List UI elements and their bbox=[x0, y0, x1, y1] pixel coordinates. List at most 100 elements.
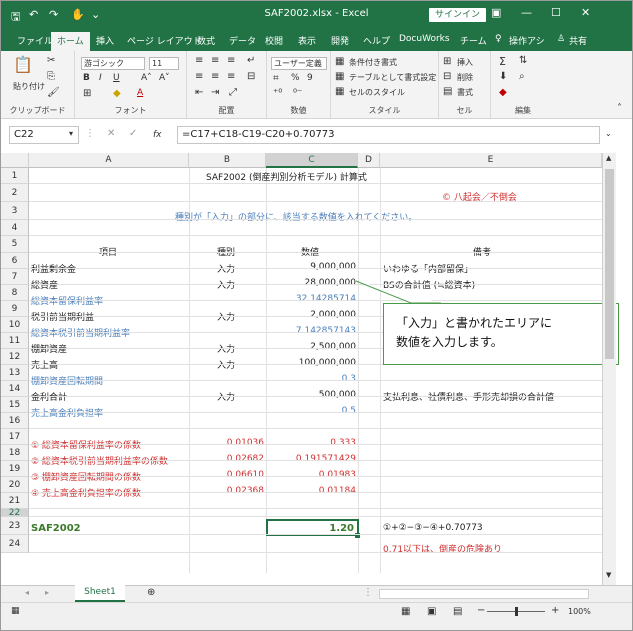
cell-b18[interactable]: 0.02682 bbox=[189, 454, 264, 464]
row-header[interactable]: 18 bbox=[1, 445, 29, 461]
cell-b1[interactable]: SAF2002 (倒産判別分析モデル) 計算式 bbox=[206, 170, 367, 183]
tab-team[interactable]: チーム bbox=[460, 34, 487, 47]
row-header[interactable]: 20 bbox=[1, 477, 29, 493]
cell-c8[interactable]: 32.14285714 bbox=[266, 294, 356, 304]
row-header[interactable]: 3 bbox=[1, 202, 29, 220]
select-all-corner[interactable] bbox=[1, 153, 29, 168]
row-header[interactable]: 5 bbox=[1, 236, 29, 253]
add-sheet-icon[interactable]: ⊕ bbox=[147, 587, 155, 598]
macro-record-icon[interactable]: ▦ bbox=[11, 606, 20, 616]
format-cells-button[interactable]: 書式 bbox=[457, 87, 473, 98]
cell-c18[interactable]: 0.191571429 bbox=[266, 454, 356, 464]
tab-page-layout[interactable]: ページ レイアウト bbox=[127, 34, 202, 47]
cell-c22[interactable]: 1.20 bbox=[266, 523, 354, 534]
cell-c17[interactable]: 0.333 bbox=[266, 438, 356, 448]
paste-icon[interactable]: 📋 bbox=[13, 55, 33, 74]
format-as-table-button[interactable]: テーブルとして書式設定 bbox=[349, 72, 436, 83]
column-header-b[interactable]: B bbox=[189, 153, 266, 168]
page-break-view-icon[interactable]: ▤ bbox=[453, 606, 462, 617]
column-header-a[interactable]: A bbox=[29, 153, 189, 168]
font-size-select[interactable]: 11 bbox=[149, 57, 179, 70]
fill-color-icon[interactable]: ◆ bbox=[113, 88, 121, 99]
cell-e22[interactable]: ①+②−③−④+0.70773 bbox=[383, 523, 483, 533]
row-header[interactable]: 16 bbox=[1, 413, 29, 429]
tab-developer[interactable]: 開発 bbox=[331, 34, 349, 47]
delete-cells-button[interactable]: 削除 bbox=[457, 72, 473, 83]
cell-styles-button[interactable]: セルのスタイル bbox=[349, 87, 405, 98]
cell-c19[interactable]: 0.01983 bbox=[266, 470, 356, 480]
ribbon-display-icon[interactable]: ▣ bbox=[491, 6, 501, 19]
row-header[interactable]: 11 bbox=[1, 333, 29, 349]
tell-me-box[interactable]: 操作アシ bbox=[509, 34, 545, 47]
number-format-select[interactable]: ユーザー定義 bbox=[271, 57, 327, 70]
tab-review[interactable]: 校閲 bbox=[265, 34, 283, 47]
row-header[interactable]: 13 bbox=[1, 365, 29, 381]
align-right-icon[interactable]: ≡ bbox=[227, 71, 235, 82]
row-header[interactable]: 14 bbox=[1, 381, 29, 397]
insert-cells-button[interactable]: 挿入 bbox=[457, 57, 473, 68]
tab-docuworks[interactable]: DocuWorks bbox=[399, 34, 450, 44]
cell-c10[interactable]: 7.142857143 bbox=[266, 326, 356, 336]
bold-button[interactable]: B bbox=[83, 73, 90, 83]
cell-c7[interactable]: 28,000,000 bbox=[266, 278, 356, 288]
cell-c14[interactable]: 500,000 bbox=[266, 390, 356, 400]
zoom-slider-thumb[interactable] bbox=[515, 607, 518, 616]
grow-font-button[interactable]: A˄ bbox=[141, 73, 152, 83]
comma-button[interactable]: 9 bbox=[307, 73, 313, 83]
increase-decimal-icon[interactable]: ⁺⁰ bbox=[273, 88, 282, 99]
align-middle-icon[interactable]: ≡ bbox=[211, 55, 219, 66]
enter-icon[interactable]: ✓ bbox=[129, 128, 137, 139]
formula-input[interactable]: =C17+C18-C19-C20+0.70773 bbox=[177, 126, 600, 144]
row-header[interactable]: 21 bbox=[1, 493, 29, 509]
expand-formula-icon[interactable]: ⌄ bbox=[605, 129, 612, 138]
tab-split-icon[interactable]: ⋮ bbox=[363, 587, 373, 598]
tab-formulas[interactable]: 数式 bbox=[197, 34, 215, 47]
row-header[interactable]: 10 bbox=[1, 317, 29, 333]
currency-icon[interactable]: ⌗ bbox=[273, 73, 279, 84]
cell-b19[interactable]: 0.06610 bbox=[189, 470, 264, 480]
zoom-level[interactable]: 100% bbox=[568, 607, 591, 616]
percent-button[interactable]: % bbox=[291, 73, 300, 83]
shrink-font-button[interactable]: A˅ bbox=[159, 73, 170, 83]
prev-sheet-icon[interactable]: ◂ bbox=[25, 588, 29, 597]
row-header[interactable]: 22 bbox=[1, 509, 29, 518]
indent-decrease-icon[interactable]: ⇤ bbox=[195, 87, 203, 98]
row-header[interactable]: 9 bbox=[1, 301, 29, 317]
cell-c9[interactable]: 2,000,000 bbox=[266, 310, 356, 320]
cell-b20[interactable]: 0.02368 bbox=[189, 486, 264, 496]
row-header[interactable]: 15 bbox=[1, 397, 29, 413]
page-layout-view-icon[interactable]: ▣ bbox=[427, 606, 436, 617]
cell-c13[interactable]: 0.3 bbox=[266, 374, 356, 384]
row-header[interactable]: 19 bbox=[1, 461, 29, 477]
font-name-select[interactable]: 游ゴシック bbox=[81, 57, 145, 70]
row-header[interactable]: 24 bbox=[1, 535, 29, 553]
scroll-down-icon[interactable]: ▼ bbox=[606, 571, 611, 579]
maximize-icon[interactable]: ☐ bbox=[551, 6, 561, 19]
name-box-dropdown-icon[interactable]: ▾ bbox=[69, 129, 73, 138]
row-header[interactable]: 6 bbox=[1, 253, 29, 269]
column-header-d[interactable]: D bbox=[358, 153, 380, 168]
row-header[interactable]: 1 bbox=[1, 168, 29, 184]
row-header[interactable]: 23 bbox=[1, 517, 29, 535]
row-header[interactable]: 8 bbox=[1, 285, 29, 301]
signin-button[interactable]: サインイン bbox=[429, 8, 487, 22]
cell-c11[interactable]: 2,500,000 bbox=[266, 342, 356, 352]
row-header[interactable]: 12 bbox=[1, 349, 29, 365]
italic-button[interactable]: I bbox=[99, 73, 102, 83]
close-icon[interactable]: ✕ bbox=[581, 6, 590, 19]
align-bottom-icon[interactable]: ≡ bbox=[227, 55, 235, 66]
row-header[interactable]: 7 bbox=[1, 269, 29, 285]
collapse-ribbon-icon[interactable]: ˄ bbox=[617, 103, 622, 114]
cell-e23[interactable]: 0.71以下は、倒産の危険あり bbox=[383, 542, 502, 555]
tab-help[interactable]: ヘルプ bbox=[363, 34, 390, 47]
share-button[interactable]: 共有 bbox=[569, 34, 587, 47]
tab-file[interactable]: ファイル bbox=[17, 34, 53, 47]
fill-icon[interactable]: ⬇ bbox=[499, 71, 507, 82]
copy-icon[interactable]: ⎘ bbox=[47, 71, 55, 82]
cancel-icon[interactable]: ✕ bbox=[107, 128, 115, 139]
cut-icon[interactable]: ✂ bbox=[47, 55, 55, 66]
tab-data[interactable]: データ bbox=[229, 34, 256, 47]
column-header-e[interactable]: E bbox=[380, 153, 602, 168]
tab-view[interactable]: 表示 bbox=[298, 34, 316, 47]
underline-button[interactable]: U bbox=[113, 73, 120, 83]
